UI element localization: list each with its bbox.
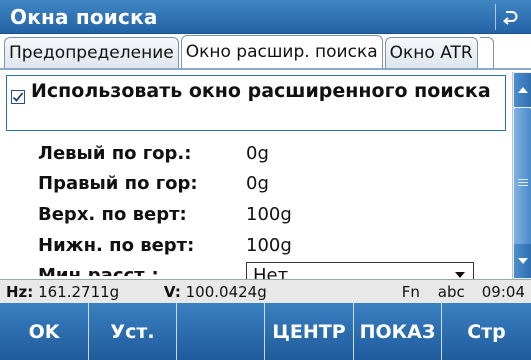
ok-button[interactable]: OK — [0, 303, 89, 360]
vertical-scrollbar[interactable] — [512, 72, 531, 279]
status-bar: Hz: 161.2711g V: 100.0424g Fn abc 09:04 — [0, 279, 531, 303]
scroll-down-icon[interactable] — [514, 244, 531, 278]
checkbox[interactable] — [11, 90, 25, 104]
tab-extended-search-window[interactable]: Окно расшир. поиска — [180, 35, 383, 68]
form-area: Использовать окно расширенного поиска Ле… — [0, 72, 512, 276]
return-arrow-icon[interactable] — [495, 3, 523, 30]
set-button[interactable]: Уст. — [89, 303, 177, 360]
tab-bar: Предопределение Окно расшир. поиска Окно… — [0, 34, 531, 70]
clock: 09:04 — [481, 282, 525, 301]
field-right-horizontal[interactable]: Правый по гор: 0g — [38, 170, 269, 196]
field-value[interactable]: 0g — [246, 143, 269, 164]
field-upper-vertical[interactable]: Верх. по верт: 100g — [38, 201, 292, 227]
field-label: Правый по гор: — [38, 172, 198, 194]
tab-predefined[interactable]: Предопределение — [4, 37, 179, 68]
tab-overflow — [479, 37, 531, 68]
field-label: Нижн. по верт: — [38, 234, 195, 256]
tab-atr-window[interactable]: Окно ATR — [384, 37, 478, 68]
fn-indicator: Fn — [401, 282, 420, 301]
field-value[interactable]: 0g — [246, 173, 269, 194]
scroll-up-icon[interactable] — [514, 73, 531, 107]
input-mode-indicator: abc — [437, 282, 465, 301]
field-value[interactable]: 100g — [246, 235, 292, 256]
field-label: Верх. по верт: — [38, 203, 187, 225]
window-title: Окна поиска — [10, 4, 158, 29]
scroll-thumb[interactable] — [514, 108, 531, 256]
checkmark-icon — [12, 92, 24, 102]
hz-readout: Hz: 161.2711g — [6, 282, 120, 301]
dropdown-arrow-icon — [455, 272, 465, 278]
center-button[interactable]: ЦЕНТР — [265, 303, 354, 360]
title-bar: Окна поиска — [0, 0, 531, 34]
page-button[interactable]: Стр — [442, 303, 531, 360]
field-value[interactable]: 100g — [246, 204, 292, 225]
show-button[interactable]: ПОКАЗ — [354, 303, 442, 360]
field-label: Левый по гор.: — [38, 142, 192, 164]
v-readout: V: 100.0424g — [163, 282, 267, 301]
field-left-horizontal[interactable]: Левый по гор.: 0g — [38, 140, 269, 166]
field-lower-vertical[interactable]: Нижн. по верт: 100g — [38, 232, 292, 258]
use-extended-window-label: Использовать окно расширенного поиска — [31, 80, 491, 102]
softkey-bar: OK Уст. ЦЕНТР ПОКАЗ Стр — [0, 303, 531, 360]
use-extended-window-option[interactable]: Использовать окно расширенного поиска — [6, 75, 506, 131]
empty-softkey[interactable] — [177, 303, 265, 360]
field-min-distance: Мин.расст.: — [38, 262, 246, 277]
field-label: Мин.расст.: — [38, 264, 159, 277]
